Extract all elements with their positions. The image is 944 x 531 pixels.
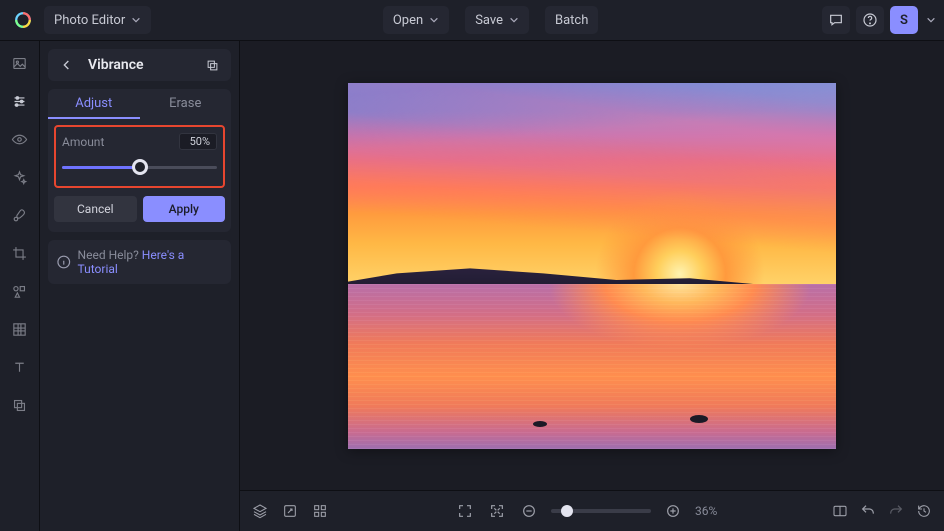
save-label: Save <box>475 13 503 28</box>
top-bar: Photo Editor Open Save Batch S <box>0 0 944 41</box>
sparkle-tool[interactable] <box>8 165 32 189</box>
chevron-down-icon <box>509 15 519 25</box>
zoom-thumb[interactable] <box>561 505 573 517</box>
zoom-out-button[interactable] <box>519 501 539 521</box>
sliders-icon <box>11 93 28 110</box>
panel-header: Vibrance <box>48 49 231 81</box>
chevron-down-icon <box>429 15 439 25</box>
export-button[interactable] <box>280 501 300 521</box>
image-canvas[interactable] <box>348 83 836 449</box>
panel-copy-button[interactable] <box>201 54 223 76</box>
fit-icon <box>489 503 505 519</box>
redo-icon <box>888 503 904 519</box>
sliders-tool[interactable] <box>8 89 32 113</box>
help-icon <box>862 12 878 28</box>
bottom-bar: 36% <box>240 490 944 531</box>
info-icon <box>56 254 72 270</box>
layers-button[interactable] <box>250 501 270 521</box>
help-row[interactable]: Need Help? Here's a Tutorial <box>48 240 231 284</box>
image-tool[interactable] <box>8 51 32 75</box>
texture-tool[interactable] <box>8 317 32 341</box>
crop-icon <box>11 245 28 262</box>
text-tool[interactable] <box>8 355 32 379</box>
tab-erase[interactable]: Erase <box>140 89 232 119</box>
amount-value-box[interactable]: 50% <box>179 133 217 150</box>
undo-icon <box>860 503 876 519</box>
text-icon <box>11 359 28 376</box>
export-icon <box>282 503 298 519</box>
adjust-panel: Vibrance Adjust Erase Amount 50% Cancel … <box>40 41 240 531</box>
apply-button[interactable]: Apply <box>143 196 226 222</box>
sparkle-icon <box>11 169 28 186</box>
canvas-area[interactable] <box>240 41 944 490</box>
eye-tool[interactable] <box>8 127 32 151</box>
shapes-icon <box>11 283 28 300</box>
slider-fill <box>62 166 140 169</box>
zoom-slider[interactable] <box>551 509 651 513</box>
copy-icon <box>11 397 28 414</box>
plus-circle-icon <box>665 503 681 519</box>
open-label: Open <box>393 13 423 28</box>
logo-icon <box>14 11 32 29</box>
tab-adjust[interactable]: Adjust <box>48 89 140 119</box>
grid-icon <box>312 503 328 519</box>
compare-icon <box>832 503 848 519</box>
history-icon <box>916 503 932 519</box>
brush-tool[interactable] <box>8 203 32 227</box>
history-button[interactable] <box>914 501 934 521</box>
eye-icon <box>11 131 28 148</box>
avatar[interactable]: S <box>890 6 918 34</box>
zoom-value: 36% <box>695 504 729 518</box>
texture-icon <box>11 321 28 338</box>
batch-button[interactable]: Batch <box>545 6 598 34</box>
help-button[interactable] <box>856 6 884 34</box>
amount-highlight: Amount 50% <box>54 125 225 188</box>
chevron-down-icon <box>131 15 141 25</box>
fullscreen-icon <box>457 503 473 519</box>
panel-title: Vibrance <box>82 57 197 73</box>
save-button[interactable]: Save <box>465 6 529 34</box>
redo-button[interactable] <box>886 501 906 521</box>
batch-label: Batch <box>555 13 588 28</box>
image-icon <box>11 55 28 72</box>
shapes-tool[interactable] <box>8 279 32 303</box>
slider-thumb[interactable] <box>132 159 148 175</box>
layers-icon <box>252 503 268 519</box>
undo-button[interactable] <box>858 501 878 521</box>
amount-label: Amount <box>62 135 104 149</box>
fit-button[interactable] <box>487 501 507 521</box>
zoom-in-button[interactable] <box>663 501 683 521</box>
open-button[interactable]: Open <box>383 6 449 34</box>
avatar-letter: S <box>900 13 908 28</box>
comments-button[interactable] <box>822 6 850 34</box>
tool-sidebar <box>0 41 40 531</box>
comment-icon <box>828 12 844 28</box>
arrow-left-icon <box>59 57 75 73</box>
back-button[interactable] <box>56 54 78 76</box>
layers-tool[interactable] <box>8 393 32 417</box>
help-text: Need Help? Here's a Tutorial <box>78 248 223 276</box>
compare-button[interactable] <box>830 501 850 521</box>
app-logo[interactable] <box>8 6 38 34</box>
grid-button[interactable] <box>310 501 330 521</box>
app-name-label: Photo Editor <box>54 13 125 28</box>
minus-circle-icon <box>521 503 537 519</box>
crop-tool[interactable] <box>8 241 32 265</box>
app-switcher[interactable]: Photo Editor <box>44 6 151 34</box>
panel-tabs: Adjust Erase <box>48 89 231 119</box>
chevron-down-icon[interactable] <box>926 15 936 25</box>
amount-slider[interactable] <box>62 158 217 176</box>
fullscreen-button[interactable] <box>455 501 475 521</box>
brush-icon <box>11 207 28 224</box>
cancel-button[interactable]: Cancel <box>54 196 137 222</box>
vibrance-box: Adjust Erase Amount 50% Cancel Apply <box>48 89 231 232</box>
copy-icon <box>205 58 220 73</box>
